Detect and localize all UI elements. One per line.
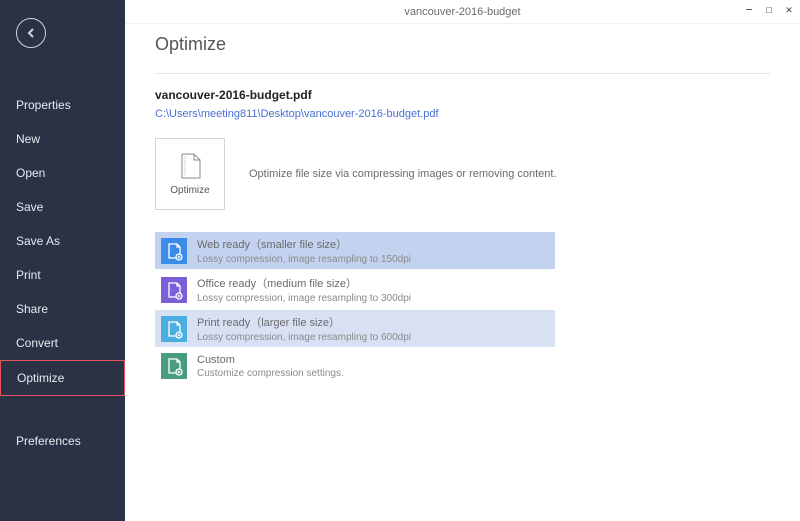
sidebar-item-label: Optimize — [17, 371, 64, 385]
sidebar-item-new[interactable]: New — [0, 122, 125, 156]
option-text: Print ready（larger file size） Lossy compr… — [197, 314, 411, 343]
page-title: Optimize — [155, 34, 770, 55]
sidebar-item-convert[interactable]: Convert — [0, 326, 125, 360]
optimize-options: Web ready（smaller file size） Lossy compre… — [155, 232, 555, 383]
minimize-button[interactable]: − — [742, 2, 756, 16]
close-button[interactable]: ✕ — [782, 2, 796, 16]
app-window: Properties New Open Save Save As Print S… — [0, 0, 800, 521]
option-web-ready[interactable]: Web ready（smaller file size） Lossy compre… — [155, 232, 555, 269]
sidebar-item-properties[interactable]: Properties — [0, 88, 125, 122]
sidebar-separator — [0, 396, 125, 424]
window-controls: − ☐ ✕ — [742, 2, 796, 16]
option-text: Custom Customize compression settings. — [197, 354, 344, 379]
sidebar-item-optimize[interactable]: Optimize — [0, 360, 125, 396]
sidebar-item-save[interactable]: Save — [0, 190, 125, 224]
option-title: Web ready（smaller file size） — [197, 236, 411, 252]
web-ready-icon — [161, 238, 187, 264]
sidebar: Properties New Open Save Save As Print S… — [0, 0, 125, 521]
file-path[interactable]: C:\Users\meeting811\Desktop\vancouver-20… — [155, 108, 770, 120]
content-area: Optimize vancouver-2016-budget.pdf C:\Us… — [125, 24, 800, 521]
option-custom[interactable]: Custom Customize compression settings. — [155, 349, 555, 383]
back-button[interactable] — [16, 18, 46, 48]
sidebar-item-print[interactable]: Print — [0, 258, 125, 292]
sidebar-item-label: Save — [16, 200, 43, 214]
chevron-left-icon — [26, 28, 36, 38]
file-name: vancouver-2016-budget.pdf — [155, 88, 770, 102]
optimize-tile[interactable]: Optimize — [155, 138, 225, 210]
option-subtitle: Lossy compression, image resampling to 3… — [197, 293, 411, 304]
sidebar-item-label: Save As — [16, 234, 60, 248]
sidebar-item-label: Convert — [16, 336, 58, 350]
titlebar: vancouver-2016-budget − ☐ ✕ — [125, 0, 800, 24]
sidebar-item-label: Print — [16, 268, 41, 282]
maximize-button[interactable]: ☐ — [762, 2, 776, 16]
option-subtitle: Lossy compression, image resampling to 1… — [197, 254, 411, 265]
sidebar-item-open[interactable]: Open — [0, 156, 125, 190]
sidebar-item-preferences[interactable]: Preferences — [0, 424, 125, 458]
sidebar-item-label: Properties — [16, 98, 71, 112]
document-icon — [179, 153, 201, 179]
option-title: Custom — [197, 354, 344, 366]
option-subtitle: Lossy compression, image resampling to 6… — [197, 332, 411, 343]
sidebar-item-label: New — [16, 132, 40, 146]
active-arrow-icon — [125, 344, 131, 356]
sidebar-item-label: Preferences — [16, 434, 81, 448]
office-ready-icon — [161, 277, 187, 303]
sidebar-item-share[interactable]: Share — [0, 292, 125, 326]
main-panel: vancouver-2016-budget − ☐ ✕ Optimize van… — [125, 0, 800, 521]
optimize-tile-label: Optimize — [170, 185, 209, 196]
option-print-ready[interactable]: Print ready（larger file size） Lossy compr… — [155, 310, 555, 347]
sidebar-item-save-as[interactable]: Save As — [0, 224, 125, 258]
document-title: vancouver-2016-budget — [404, 6, 520, 18]
option-text: Office ready（medium file size） Lossy comp… — [197, 275, 411, 304]
option-subtitle: Customize compression settings. — [197, 368, 344, 379]
option-title: Office ready（medium file size） — [197, 275, 411, 291]
optimize-header: Optimize Optimize file size via compress… — [155, 138, 770, 210]
option-text: Web ready（smaller file size） Lossy compre… — [197, 236, 411, 265]
optimize-description: Optimize file size via compressing image… — [249, 168, 557, 180]
sidebar-item-label: Open — [16, 166, 45, 180]
custom-icon — [161, 353, 187, 379]
option-office-ready[interactable]: Office ready（medium file size） Lossy comp… — [155, 271, 555, 308]
divider — [155, 73, 770, 74]
option-title: Print ready（larger file size） — [197, 314, 411, 330]
print-ready-icon — [161, 316, 187, 342]
sidebar-item-label: Share — [16, 302, 48, 316]
